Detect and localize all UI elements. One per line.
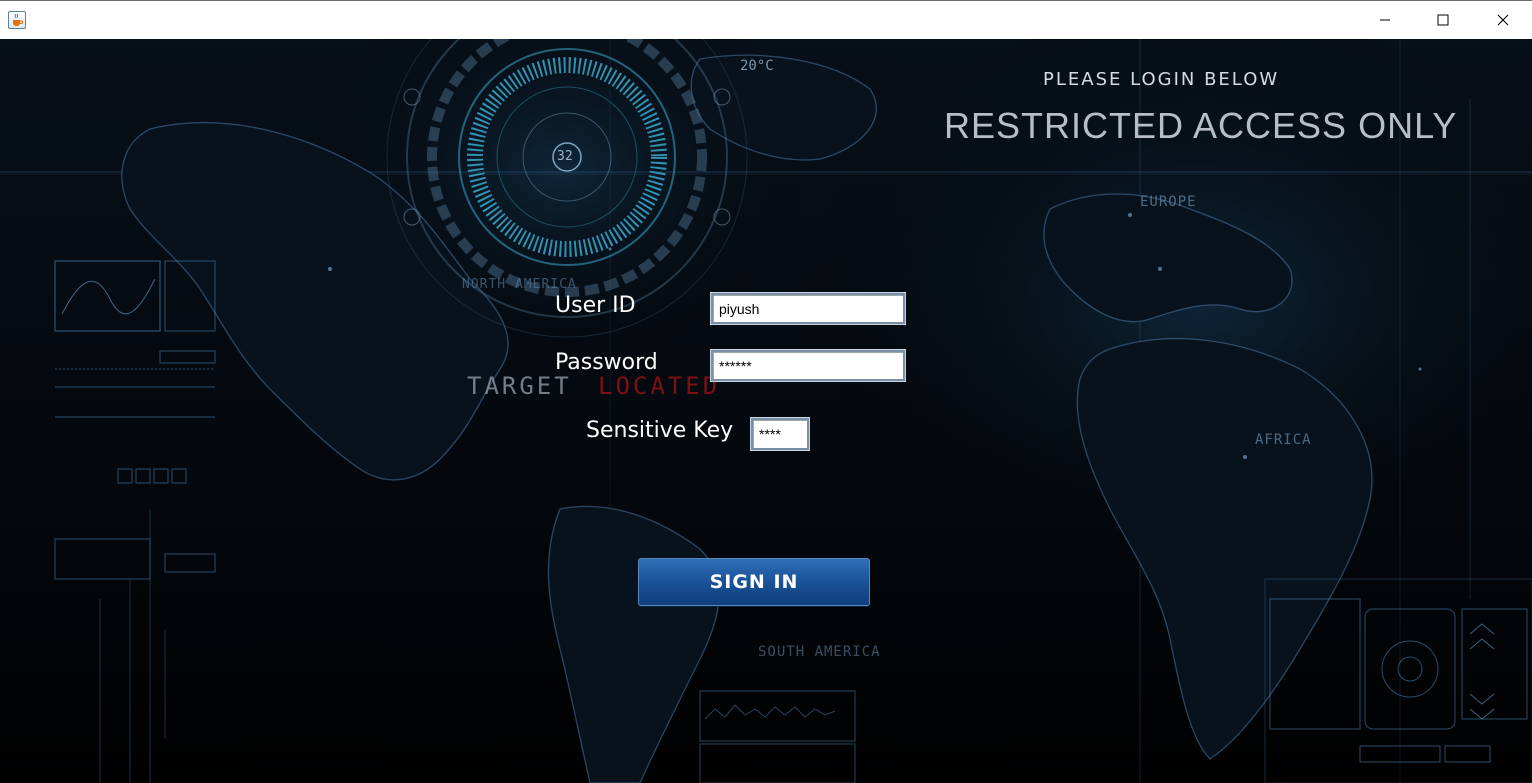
world-map-hud-graphic [0,39,1532,783]
south-america-label: SOUTH AMERICA [758,644,881,660]
located-text: LOCATED [598,372,721,400]
close-icon [1497,14,1509,26]
password-label: Password [555,350,658,375]
temperature-text: 20°C [740,58,774,74]
minimize-button[interactable] [1356,1,1414,39]
minimize-icon [1380,19,1390,21]
page-title: RESTRICTED ACCESS ONLY [944,105,1458,146]
login-subtitle: PLEASE LOGIN BELOW [1043,69,1280,90]
maximize-icon [1437,14,1449,26]
close-button[interactable] [1474,1,1532,39]
target-text: TARGET [467,372,572,400]
java-cup-icon[interactable] [8,11,26,29]
europe-label: EUROPE [1140,194,1197,210]
user-id-label: User ID [555,293,636,318]
sign-in-button[interactable]: SIGN IN [638,558,870,606]
password-input[interactable] [711,350,905,381]
user-id-input[interactable] [711,293,905,324]
login-background: TARGET LOCATED 20°C 32 NORTH AMERICA SOU… [0,39,1532,783]
window-titlebar [0,0,1532,39]
maximize-button[interactable] [1414,1,1472,39]
africa-label: AFRICA [1255,432,1312,448]
sensitive-key-input[interactable] [751,418,809,450]
dial-number-text: 32 [557,149,573,164]
sensitive-key-label: Sensitive Key [586,418,734,443]
north-america-label: NORTH AMERICA [462,277,577,292]
